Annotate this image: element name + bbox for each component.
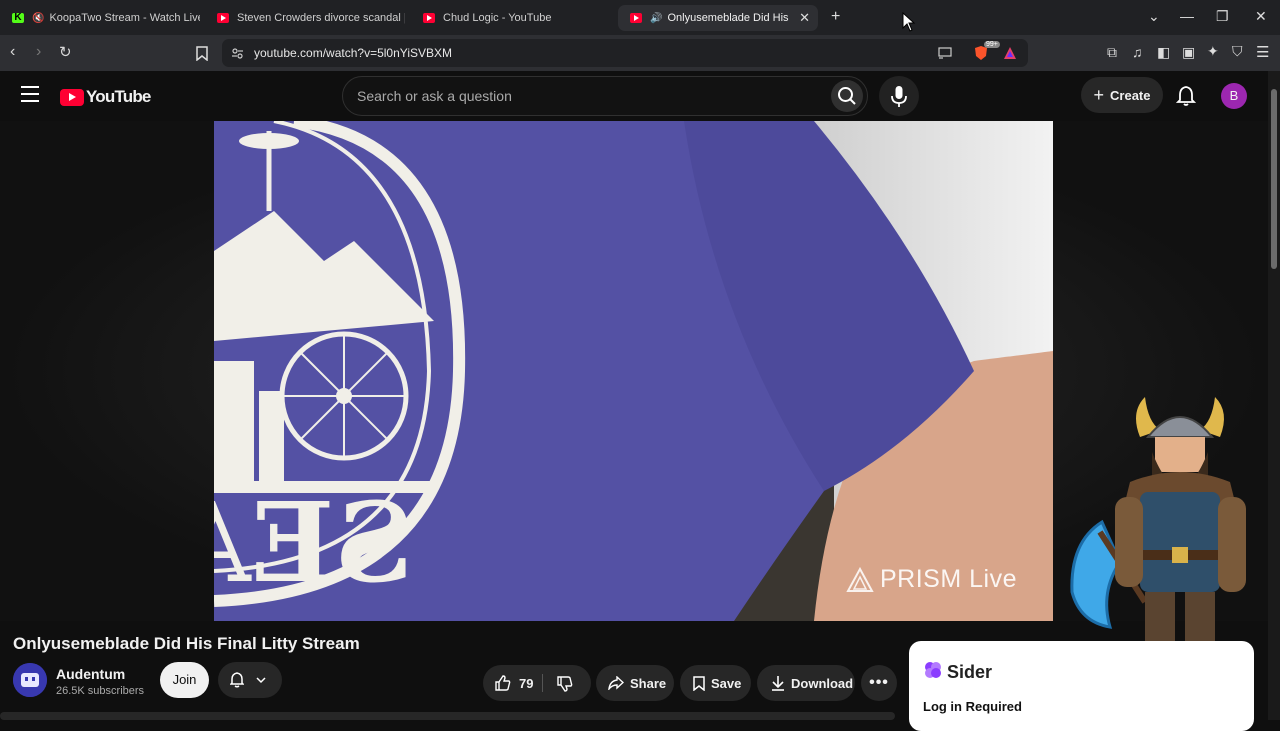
save-label: Save [711,675,742,691]
youtube-header: YouTube Search or ask a question + Creat… [0,71,1268,121]
kick-icon: K [12,13,24,23]
minimize-icon[interactable]: — [1180,8,1194,24]
more-actions-button[interactable]: ••• [861,665,897,701]
reload-icon[interactable]: ↻ [59,43,72,61]
shields-badge: 99+ [984,41,1000,48]
video-frame: SEA [214,121,1053,621]
youtube-icon [423,13,435,23]
description-box[interactable] [0,712,895,720]
thumbs-up-icon [495,675,511,691]
browser-tab-chud-logic[interactable]: Chud Logic - YouTube [411,5,611,31]
share-icon [608,676,624,690]
guide-menu-icon[interactable] [21,86,39,102]
tab-title: KoopaTwo Stream - Watch Live o [49,12,200,24]
wallet-icon[interactable]: ▣ [1182,44,1195,61]
subscription-notifications-button[interactable] [218,662,282,698]
shirt-print-text: SEA [214,478,414,607]
speaker-icon[interactable]: 🔊 [650,13,662,24]
search-input[interactable]: Search or ask a question [357,88,512,104]
new-tab-button[interactable]: + [831,8,840,26]
join-button[interactable]: Join [160,662,209,698]
thumbs-down-icon [557,676,573,692]
dislike-button[interactable] [543,665,591,701]
create-label: Create [1110,87,1151,103]
mouse-cursor-icon [902,12,916,32]
download-icon [772,676,784,691]
url-text: youtube.com/watch?v=5l0nYiSVBXM [254,46,452,60]
extensions-icon[interactable]: ⧉ [1107,44,1117,61]
browser-toolbar: ‹ › ↻ youtube.com/watch?v=5l0nYiSVBXM 99… [0,35,1280,71]
channel-avatar-image [13,663,47,697]
chevron-down-icon [256,677,266,684]
close-tab-icon[interactable]: ✕ [799,10,810,26]
plus-icon: + [1093,84,1105,105]
leo-ai-icon[interactable]: ✦ [1207,43,1219,60]
page-scrollbar[interactable] [1268,71,1280,720]
brave-rewards-icon[interactable] [1003,46,1017,60]
microphone-icon [891,86,907,107]
site-settings-icon[interactable] [231,47,244,60]
forward-icon[interactable]: › [36,43,41,61]
subscriber-count: 26.5K subscribers [56,685,145,697]
download-button[interactable]: Download [757,665,855,701]
browser-tab-steven-crowder[interactable]: Steven Crowders divorce scandal | RE [205,5,405,31]
tab-search-chevron-icon[interactable]: ⌄ [1148,8,1160,25]
youtube-icon [217,13,229,23]
like-dislike-group: 79 [483,665,591,701]
search-button[interactable] [831,80,863,112]
media-icon[interactable]: ♫ [1132,44,1143,60]
scrollbar-thumb[interactable] [1271,89,1277,269]
sider-login-message[interactable]: Log in Required [923,699,1022,714]
sider-brain-icon [925,662,941,678]
save-bookmark-icon [693,675,705,691]
sider-title: Sider [947,662,993,682]
share-button[interactable]: Share [596,665,674,701]
search-box[interactable]: Search or ask a question [342,76,868,116]
tab-title: Chud Logic - YouTube [443,12,552,24]
prism-live-watermark: PRISM Live [846,565,1017,594]
browser-menu-icon[interactable]: ☰ [1256,43,1269,61]
like-count: 79 [519,675,534,691]
sidebar-icon[interactable]: ◧ [1157,44,1170,61]
prism-logo-icon [846,566,874,592]
video-title: Onlyusemeblade Did His Final Litty Strea… [13,634,360,653]
youtube-icon [630,13,642,23]
address-bar[interactable]: youtube.com/watch?v=5l0nYiSVBXM 99+ [222,39,1028,67]
share-label: Share [630,675,667,691]
video-player[interactable]: SEA PRISM Live [214,121,1053,621]
channel-avatar[interactable] [13,663,47,697]
youtube-play-icon [60,88,84,106]
like-button[interactable]: 79 [483,665,543,701]
cast-icon[interactable] [938,47,952,59]
youtube-logo-text: YouTube [86,87,151,106]
bell-icon [230,672,244,688]
more-horizontal-icon: ••• [869,674,889,691]
save-button[interactable]: Save [680,665,751,701]
tab-title: Onlyusemeblade Did His Fina [667,12,792,24]
voice-search-button[interactable] [879,76,919,116]
notifications-bell-icon[interactable] [1176,85,1196,107]
download-label: Download [791,675,854,691]
browser-tab-koopatwo[interactable]: K 🔇 KoopaTwo Stream - Watch Live o [0,5,200,31]
create-button[interactable]: + Create [1081,77,1163,113]
restore-icon[interactable]: ❐ [1216,8,1229,25]
channel-name[interactable]: Audentum [56,666,125,682]
back-icon[interactable]: ‹ [10,43,15,61]
browser-tab-strip: K 🔇 KoopaTwo Stream - Watch Live o Steve… [0,0,1280,35]
search-icon [838,87,856,105]
tab-title: Steven Crowders divorce scandal | RE [237,12,405,24]
muted-speaker-icon[interactable]: 🔇 [32,13,44,24]
browser-tab-onlyusemeblade[interactable]: 🔊 Onlyusemeblade Did His Fina ✕ [618,5,818,31]
youtube-logo[interactable]: YouTube [60,87,151,107]
watermark-text: PRISM Live [880,565,1017,593]
account-avatar[interactable]: B [1221,83,1247,109]
bookmark-icon[interactable] [196,46,208,61]
sider-panel: Sider Log in Required [909,641,1254,731]
window-close-icon[interactable]: ✕ [1255,8,1267,25]
vpn-icon[interactable]: ⛉ [1232,43,1243,60]
